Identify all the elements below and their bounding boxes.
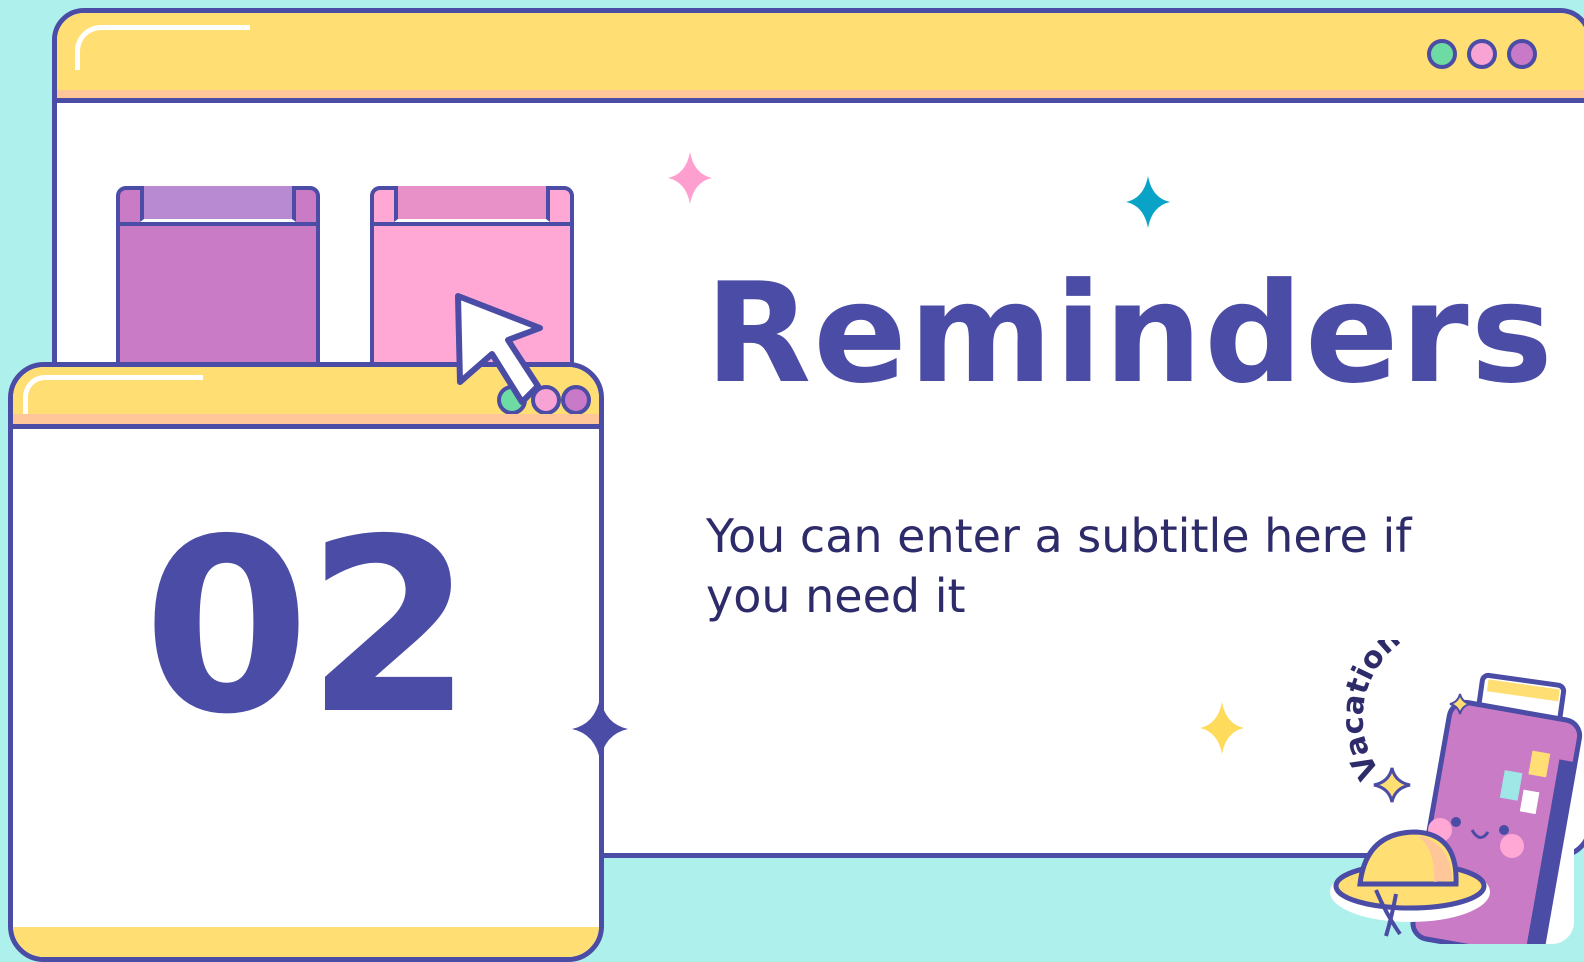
titlebar-highlight [75, 25, 250, 70]
slide-subtitle: You can enter a subtitle here if you nee… [706, 509, 1412, 623]
section-number: 02 [143, 487, 473, 767]
sparkle-teal-icon [1126, 176, 1170, 228]
sparkle-yellow-icon [1200, 702, 1244, 754]
slide-title: Reminders [705, 253, 1555, 414]
main-window-titlebar [57, 13, 1584, 103]
section-window: 02 [8, 362, 604, 962]
sparkle-navy-icon [572, 698, 628, 760]
sticker-text: Vacations! [1332, 640, 1436, 788]
sparkle-pink-icon [668, 152, 712, 204]
section-window-footer [13, 927, 599, 957]
window-dot-purple[interactable] [561, 385, 591, 415]
window-dot-pink[interactable] [1467, 39, 1497, 69]
folder-tab-purple [116, 186, 320, 386]
titlebar-highlight [23, 375, 203, 415]
window-dot-green[interactable] [1427, 39, 1457, 69]
cursor-arrow-icon [455, 293, 543, 405]
svg-text:Vacations!: Vacations! [1335, 640, 1433, 785]
window-dot-purple[interactable] [1507, 39, 1537, 69]
sun-hat-icon [1330, 829, 1490, 937]
